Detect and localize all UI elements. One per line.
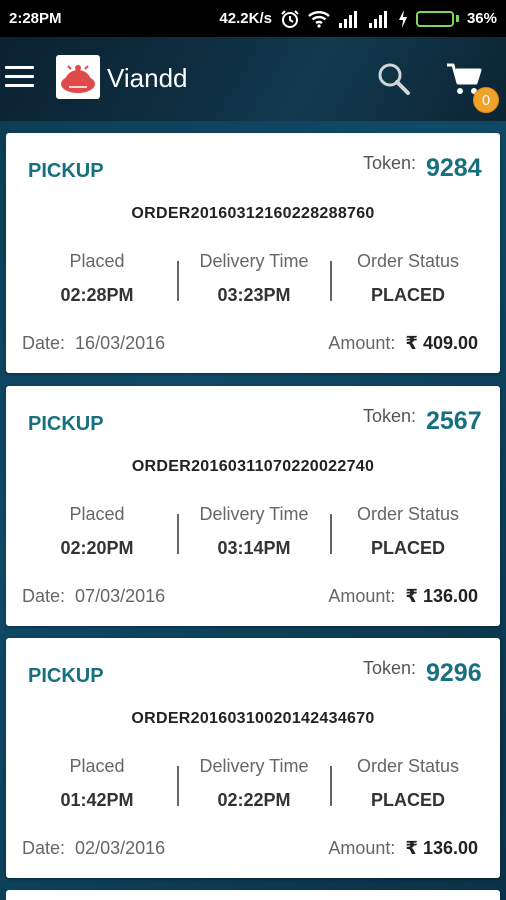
status-right: 42.2K/s 36% — [219, 9, 497, 29]
delivery-column: Delivery Time 03:14PM — [179, 504, 329, 559]
order-date: Date: 02/03/2016 — [22, 838, 165, 859]
order-amount: Amount: ₹ 136.00 — [328, 586, 478, 607]
status-label: Order Status — [356, 504, 460, 524]
currency-symbol: ₹ — [405, 333, 418, 353]
status-column: Order Status PLACED — [333, 504, 483, 559]
order-status: PLACED — [370, 285, 445, 305]
order-type: PICKUP — [28, 413, 104, 435]
date-label: Date: — [22, 838, 66, 858]
date-value: 16/03/2016 — [75, 333, 166, 353]
order-status: PLACED — [370, 538, 445, 558]
order-type: PICKUP — [28, 160, 104, 182]
delivery-label: Delivery Time — [199, 504, 309, 524]
placed-column: Placed 01:42PM — [22, 756, 172, 811]
order-amount: Amount: ₹ 136.00 — [328, 838, 478, 859]
search-icon[interactable] — [376, 61, 412, 97]
date-label: Date: — [22, 333, 66, 353]
token-label: Token: — [363, 406, 417, 426]
amount-label: Amount: — [328, 586, 396, 606]
app-title: Viandd — [107, 63, 188, 93]
token-value: 2567 — [426, 407, 482, 435]
status-time: 2:28PM — [9, 10, 62, 27]
delivery-column: Delivery Time 02:22PM — [179, 756, 329, 811]
alarm-icon — [280, 9, 300, 29]
delivery-time: 02:22PM — [217, 790, 291, 810]
amount-value: 136.00 — [422, 838, 478, 858]
order-id: ORDER20160310020142434670 — [131, 710, 375, 727]
currency-symbol: ₹ — [405, 586, 418, 606]
network-speed: 42.2K/s — [219, 10, 272, 27]
placed-time: 02:20PM — [60, 538, 134, 558]
status-label: Order Status — [356, 756, 460, 776]
order-id: ORDER20160312160228288760 — [131, 205, 375, 222]
logo-icon — [56, 55, 100, 99]
delivery-label: Delivery Time — [199, 251, 309, 271]
order-card[interactable]: PICKUP Token: 9296 ORDER2016031002014243… — [6, 638, 500, 878]
placed-label: Placed — [69, 504, 125, 524]
status-label: Order Status — [356, 251, 460, 271]
placed-column: Placed 02:20PM — [22, 504, 172, 559]
battery-icon — [415, 10, 459, 27]
delivery-label: Delivery Time — [199, 756, 309, 776]
order-date: Date: 07/03/2016 — [22, 586, 165, 607]
date-value: 02/03/2016 — [75, 838, 166, 858]
menu-icon[interactable] — [5, 66, 34, 90]
token-label: Token: — [363, 658, 417, 678]
wifi-icon — [308, 10, 330, 28]
order-date: Date: 16/03/2016 — [22, 333, 165, 354]
amount-label: Amount: — [328, 333, 396, 353]
date-label: Date: — [22, 586, 66, 606]
order-status: PLACED — [370, 790, 445, 810]
placed-time: 02:28PM — [60, 285, 134, 305]
order-type: PICKUP — [28, 665, 104, 687]
divider — [330, 766, 332, 806]
app-bar: Viandd 0 — [0, 37, 506, 121]
divider — [330, 261, 332, 301]
date-value: 07/03/2016 — [75, 586, 166, 606]
status-column: Order Status PLACED — [333, 251, 483, 306]
amount-value: 136.00 — [422, 586, 478, 606]
order-id: ORDER20160311070220022740 — [131, 458, 375, 475]
order-amount: Amount: ₹ 409.00 — [328, 333, 478, 354]
token-value: 9284 — [426, 154, 482, 182]
order-card[interactable]: PICKUP Token: 2567 ORDER2016031107022002… — [6, 386, 500, 626]
charging-icon — [398, 9, 408, 28]
signal-icon — [368, 10, 390, 28]
status-bar: 2:28PM 42.2K/s 36% — [0, 0, 506, 37]
amount-label: Amount: — [328, 838, 396, 858]
token-label: Token: — [363, 153, 417, 173]
delivery-time: 03:23PM — [217, 285, 291, 305]
amount-value: 409.00 — [422, 333, 478, 353]
delivery-time: 03:14PM — [217, 538, 291, 558]
cart-count-badge: 0 — [473, 87, 499, 113]
placed-label: Placed — [69, 756, 125, 776]
signal-icon — [338, 10, 360, 28]
battery-percent: 36% — [466, 10, 497, 27]
token-value: 9296 — [426, 659, 482, 687]
status-column: Order Status PLACED — [333, 756, 483, 811]
delivery-column: Delivery Time 03:23PM — [179, 251, 329, 306]
currency-symbol: ₹ — [405, 838, 418, 858]
placed-label: Placed — [69, 251, 125, 271]
divider — [330, 514, 332, 554]
order-card-partial[interactable] — [6, 890, 500, 900]
placed-time: 01:42PM — [60, 790, 134, 810]
placed-column: Placed 02:28PM — [22, 251, 172, 306]
order-card[interactable]: PICKUP Token: 9284 ORDER2016031216022828… — [6, 133, 500, 373]
